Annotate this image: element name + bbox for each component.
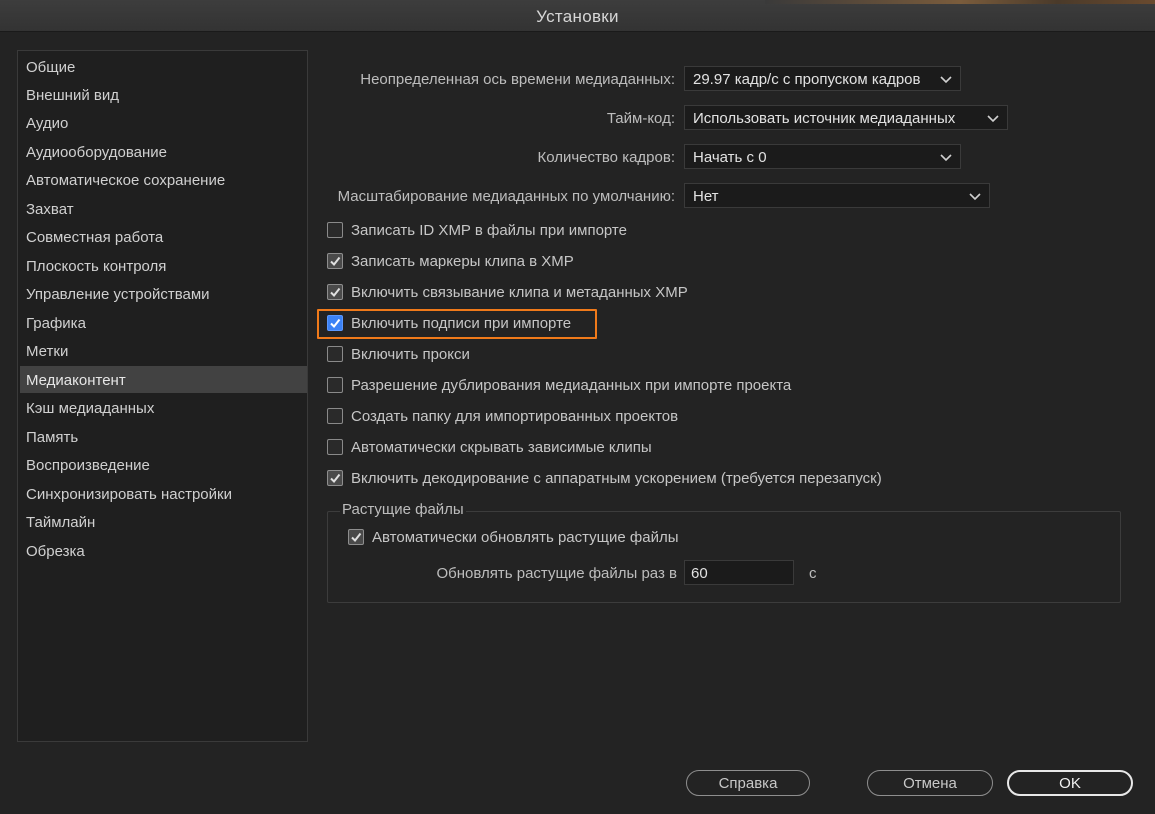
sidebar-item-control-surface[interactable]: Плоскость контроля	[20, 252, 307, 279]
growing-files-group	[327, 511, 1121, 603]
timecode-value: Использовать источник медиаданных	[693, 110, 956, 127]
sidebar-item-graphics[interactable]: Графика	[20, 309, 307, 336]
preferences-sidebar: Общие Внешний вид Аудио Аудиооборудовани…	[17, 50, 308, 742]
scaling-select[interactable]: Нет	[684, 183, 990, 208]
sidebar-item-memory[interactable]: Память	[20, 423, 307, 450]
sidebar-item-playback[interactable]: Воспроизведение	[20, 451, 307, 478]
background-window-strip	[765, 0, 1155, 4]
chevron-down-icon	[940, 154, 952, 162]
checkmark-icon	[330, 256, 341, 267]
ok-button[interactable]: OK	[1007, 770, 1133, 796]
window-titlebar: Установки	[0, 0, 1155, 32]
refresh-interval-input[interactable]: 60	[684, 560, 794, 585]
frame-count-label: Количество кадров:	[537, 149, 675, 166]
checkmark-icon	[351, 532, 362, 543]
sidebar-item-auto-save[interactable]: Автоматическое сохранение	[20, 166, 307, 193]
scaling-label: Масштабирование медиаданных по умолчанию…	[337, 188, 675, 205]
checkbox-label: Автоматически обновлять растущие файлы	[372, 529, 679, 546]
sidebar-item-general[interactable]: Общие	[20, 53, 307, 80]
chevron-down-icon	[969, 193, 981, 201]
sidebar-item-appearance[interactable]: Внешний вид	[20, 81, 307, 108]
sidebar-item-trim[interactable]: Обрезка	[20, 537, 307, 564]
checkbox-box[interactable]	[348, 529, 364, 545]
checkbox-label: Записать ID XMP в файлы при импорте	[351, 222, 627, 239]
help-button[interactable]: Справка	[686, 770, 810, 796]
cancel-button[interactable]: Отмена	[867, 770, 993, 796]
checkbox-box[interactable]	[327, 470, 343, 486]
checkbox-box[interactable]	[327, 284, 343, 300]
timecode-select[interactable]: Использовать источник медиаданных	[684, 105, 1008, 130]
sidebar-item-media[interactable]: Медиаконтент	[20, 366, 307, 393]
growing-files-title: Растущие файлы	[340, 501, 466, 518]
checkmark-icon	[330, 287, 341, 298]
checkmark-icon	[330, 318, 341, 329]
checkbox-box[interactable]	[327, 222, 343, 238]
checkbox-label: Разрешение дублирования медиаданных при …	[351, 377, 792, 394]
sidebar-item-device-control[interactable]: Управление устройствами	[20, 280, 307, 307]
checkbox-box[interactable]	[327, 377, 343, 393]
timecode-label: Тайм-код:	[606, 110, 675, 127]
timebase-select[interactable]: 29.97 кадр/с с пропуском кадров	[684, 66, 961, 91]
frame-count-value: Начать с 0	[693, 149, 767, 166]
sidebar-item-sync-settings[interactable]: Синхронизировать настройки	[20, 480, 307, 507]
sidebar-item-capture[interactable]: Захват	[20, 195, 307, 222]
timebase-value: 29.97 кадр/с с пропуском кадров	[693, 71, 921, 88]
sidebar-item-media-cache[interactable]: Кэш медиаданных	[20, 394, 307, 421]
checkbox-box[interactable]	[327, 315, 343, 331]
checkbox-label: Включить подписи при импорте	[351, 315, 572, 332]
sidebar-item-timeline[interactable]: Таймлайн	[20, 508, 307, 535]
sidebar-item-collaboration[interactable]: Совместная работа	[20, 223, 307, 250]
refresh-interval-value: 60	[691, 565, 708, 582]
chevron-down-icon	[940, 76, 952, 84]
scaling-value: Нет	[693, 188, 719, 205]
checkbox-label: Создать папку для импортированных проект…	[351, 408, 679, 425]
checkmark-icon	[330, 473, 341, 484]
checkbox-label: Записать маркеры клипа в XMP	[351, 253, 574, 270]
timebase-label: Неопределенная ось времени медиаданных:	[360, 71, 675, 88]
window-title: Установки	[536, 7, 619, 26]
sidebar-item-audio-hardware[interactable]: Аудиооборудование	[20, 138, 307, 165]
checkbox-label: Автоматически скрывать зависимые клипы	[351, 439, 652, 456]
checkbox-box[interactable]	[327, 346, 343, 362]
checkbox-label: Включить связывание клипа и метаданных X…	[351, 284, 688, 301]
checkbox-box[interactable]	[327, 253, 343, 269]
chevron-down-icon	[987, 115, 999, 123]
refresh-interval-unit: с	[809, 565, 817, 582]
checkbox-box[interactable]	[327, 408, 343, 424]
sidebar-item-audio[interactable]: Аудио	[20, 109, 307, 136]
checkbox-label: Включить прокси	[351, 346, 470, 363]
frame-count-select[interactable]: Начать с 0	[684, 144, 961, 169]
sidebar-item-labels[interactable]: Метки	[20, 337, 307, 364]
checkbox-box[interactable]	[327, 439, 343, 455]
checkbox-label: Включить декодирование с аппаратным уско…	[351, 470, 882, 487]
refresh-interval-label: Обновлять растущие файлы раз в	[436, 565, 677, 582]
